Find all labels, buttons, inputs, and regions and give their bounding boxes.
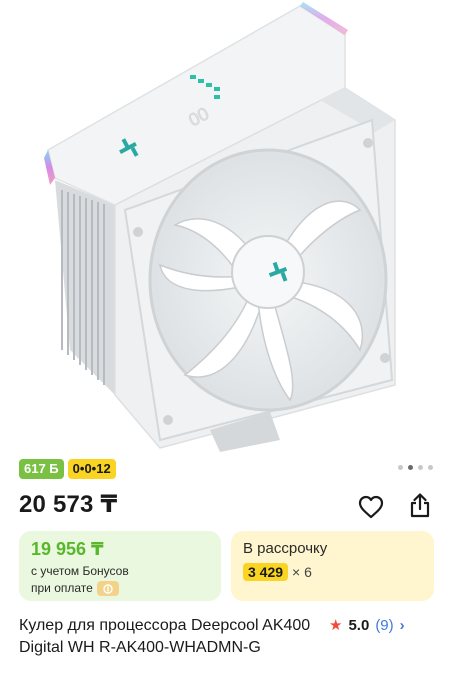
- gallery-dot: [428, 465, 433, 470]
- installment-row: 3 429 × 6: [243, 563, 422, 581]
- product-title: Кулер для процессора Deepcool AK400 Digi…: [19, 617, 311, 656]
- review-count: (9): [375, 616, 394, 634]
- gallery-dot: [418, 465, 423, 470]
- product-image[interactable]: 00: [0, 0, 453, 455]
- heart-icon: [358, 495, 384, 519]
- share-button[interactable]: [403, 488, 437, 522]
- rating-score: 5.0: [348, 616, 370, 634]
- gallery-dot-active: [408, 465, 413, 470]
- bonus-note-line2-row: при оплате: [31, 580, 209, 597]
- installment-title: В рассрочку: [243, 540, 328, 557]
- bonus-price: 19 956 ₸: [31, 539, 104, 559]
- installment-card[interactable]: В рассрочку 3 429 × 6: [231, 531, 434, 601]
- bonus-coin-icon: [96, 581, 119, 596]
- star-icon: ★: [329, 617, 343, 634]
- installment-amount: 3 429: [243, 563, 289, 581]
- share-icon: [410, 493, 430, 518]
- chevron-right-icon: ›: [399, 616, 405, 634]
- gallery-dot: [398, 465, 403, 470]
- bonus-badge: 617 Б: [19, 459, 64, 479]
- installment-multiplier: × 6: [292, 564, 312, 580]
- gallery-pagination: [398, 465, 433, 470]
- product-price: 20 573 ₸: [19, 491, 118, 518]
- bonus-note-line1: с учетом Бонусов: [31, 564, 129, 578]
- fan: [148, 148, 388, 412]
- product-badges: 617 Б 0•0•12: [19, 459, 116, 479]
- bonus-note-line2: при оплате: [31, 581, 93, 595]
- bonus-price-card[interactable]: 19 956 ₸ с учетом Бонусов при оплате: [19, 531, 221, 601]
- heatsink-fins: [55, 180, 115, 395]
- favorite-button[interactable]: [354, 490, 388, 524]
- rating-link[interactable]: ★ 5.0 (9) ›: [329, 616, 405, 635]
- installment-badge: 0•0•12: [67, 459, 116, 479]
